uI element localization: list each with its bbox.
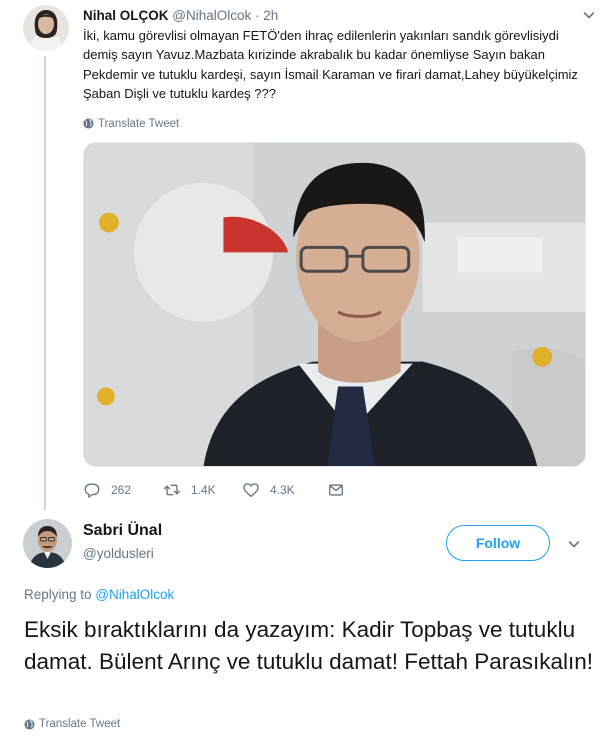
chevron-down-icon[interactable] [581,7,597,23]
avatar[interactable] [23,5,69,51]
globe-icon [24,718,35,730]
author-handle[interactable]: @NihalOlcok [172,8,251,23]
tweet-action-bar: 262 1.4K 4.3K [83,481,345,499]
reply-button[interactable]: 262 [83,481,163,499]
author-name[interactable]: Sabri Ünal [83,522,162,540]
translate-label: Translate Tweet [39,718,121,730]
tweet-text: Eksik bıraktıklarını da yazayım: Kadir T… [24,617,594,674]
like-count: 4.3K [270,483,295,497]
author-handle[interactable]: @yoldusleri [83,546,154,561]
retweet-count: 1.4K [191,483,216,497]
header-separator: · [255,8,260,23]
tweet-time[interactable]: 2h [263,8,278,23]
translate-tweet-link[interactable]: Translate Tweet [83,118,593,130]
translate-tweet-link[interactable]: Translate Tweet [24,718,120,730]
like-button[interactable]: 4.3K [242,481,327,499]
direct-message-button[interactable] [327,481,345,499]
replying-to-handle-link[interactable]: @NihalOlcok [95,587,174,602]
thread-connector-line [44,56,46,510]
replying-to-line: Replying to @NihalOlcok [24,587,174,602]
chevron-down-icon[interactable] [566,536,582,552]
tweet-text: İki, kamu görevlisi olmayan FETÖ'den ihr… [83,28,578,102]
author-name[interactable]: Nihal OLÇOK [83,8,169,23]
translate-label: Translate Tweet [98,117,180,130]
avatar[interactable] [23,519,72,568]
retweet-button[interactable]: 1.4K [163,481,242,499]
retweet-icon [163,484,181,496]
reply-icon [84,483,100,498]
parent-tweet: Nihal OLÇOK @NihalOlcok · 2h İki, kamu g… [83,7,595,130]
heart-icon [243,483,259,497]
follow-button[interactable]: Follow [446,525,550,561]
globe-icon [83,118,94,129]
replying-to-prefix: Replying to [24,587,92,602]
tweet-photo[interactable] [83,142,586,467]
envelope-icon [329,484,343,496]
reply-count: 262 [111,483,132,497]
tweet-header: Nihal OLÇOK @NihalOlcok · 2h [83,7,593,25]
